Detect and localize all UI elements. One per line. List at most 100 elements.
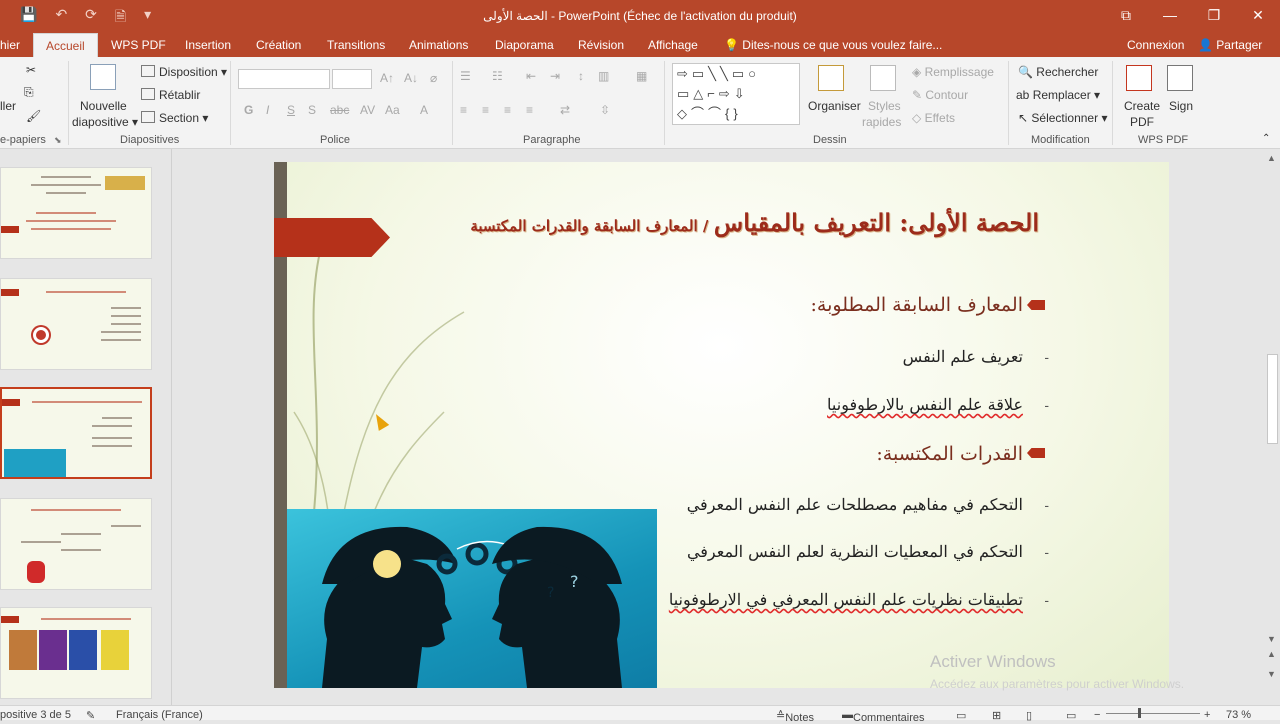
tab-revision[interactable]: Révision [578,38,624,52]
grow-font-icon[interactable]: A↑ [380,71,394,85]
align-right-icon[interactable]: ≡ [504,103,511,117]
heads-illustration[interactable]: ? ? [287,509,657,688]
slide-thumbnail-1[interactable] [0,167,152,259]
increase-indent-icon[interactable]: ⇥ [550,69,560,83]
new-slide-icon[interactable] [90,64,116,90]
paste-button[interactable]: ller [0,99,16,113]
layout-button[interactable]: Disposition ▾ [141,65,227,79]
reading-view-icon[interactable]: ▯ [1026,709,1032,722]
collapse-ribbon-icon[interactable]: ⌃ [1262,133,1270,144]
sign-button[interactable]: Sign [1169,99,1193,113]
list-item[interactable]: تعريف علم النفس [903,347,1023,366]
align-text-icon[interactable]: ⇳ [600,103,610,117]
convert-smartart-icon[interactable]: ▦ [636,69,647,83]
sign-in-link[interactable]: Connexion [1127,38,1184,52]
shape-effects-button[interactable]: ◇ Effets [912,111,955,125]
list-item[interactable]: التحكم في المعطيات النظرية لعلم النفس ال… [687,542,1023,561]
list-item[interactable]: تطبيقات نظريات علم النفس المعرفي في الار… [669,590,1023,609]
share-button[interactable]: 👤 Partager [1198,38,1262,52]
find-button[interactable]: 🔍 Rechercher [1018,65,1098,79]
new-slide-label[interactable]: Nouvelle [80,99,127,113]
select-button[interactable]: ↖ Sélectionner ▾ [1018,111,1107,125]
shapes-gallery[interactable]: ⇨▭╲╲▭○ ▭△⌐⇨⇩ ◇⌒⌒{} [672,63,800,125]
shape-fill-button[interactable]: ◈ Remplissage [912,65,994,79]
normal-view-icon[interactable]: ▭ [956,709,966,722]
bold-button[interactable]: G [244,103,253,117]
list-item[interactable]: علاقة علم النفس بالارطوفونيا [827,395,1023,414]
quick-styles-button[interactable]: Styles [868,99,901,113]
slide-thumbnail-3[interactable] [0,387,152,479]
zoom-slider-thumb[interactable] [1138,708,1141,718]
align-left-icon[interactable]: ≡ [460,103,467,117]
font-name-box[interactable] [238,69,330,89]
slide-canvas[interactable]: الحصة الأولى: التعريف بالمقياس / المعارف… [274,162,1169,688]
heading-prior-knowledge[interactable]: المعارف السابقة المطلوبة: [811,294,1023,316]
cut-icon[interactable]: ✂ [26,63,36,77]
dialog-launcher-icon[interactable]: ⬊ [54,135,62,146]
minimize-button[interactable]: — [1148,0,1192,33]
spellcheck-icon[interactable]: ✎ [86,709,95,722]
font-color-icon[interactable]: A [420,103,428,117]
justify-icon[interactable]: ≡ [526,103,533,117]
list-item[interactable]: التحكم في مفاهيم مصطلحات علم النفس المعر… [687,495,1023,514]
columns-icon[interactable]: ▥ [598,69,609,83]
shadow-button[interactable]: S [308,103,316,117]
maximize-button[interactable]: ❐ [1192,0,1236,33]
shape-outline-button[interactable]: ✎ Contour [912,88,968,102]
tab-affichage[interactable]: Affichage [648,38,698,52]
tell-me-search[interactable]: 💡 Dites-nous ce que vous voulez faire... [724,38,942,52]
section-button[interactable]: Section ▾ [141,111,208,125]
create-pdf-button[interactable]: Create [1124,99,1160,113]
clear-format-icon[interactable]: ⌀ [430,71,437,85]
zoom-in-icon[interactable]: + [1204,709,1210,721]
arrange-button[interactable]: Organiser [808,99,861,113]
tab-diaporama[interactable]: Diaporama [495,38,554,52]
language-indicator[interactable]: Français (France) [116,709,203,721]
align-center-icon[interactable]: ≡ [482,103,489,117]
reset-button[interactable]: Rétablir [141,88,200,102]
tab-fichier[interactable]: hier [0,38,20,52]
ribbon-display-icon[interactable]: ⧉ [1104,0,1148,33]
strikethrough-button[interactable]: abc [330,103,349,117]
notes-button[interactable]: ≙ Notes [776,709,814,724]
char-spacing-icon[interactable]: AV [360,103,375,117]
slide-thumbnail-5[interactable] [0,607,152,699]
quick-styles-icon[interactable] [870,65,896,91]
shrink-font-icon[interactable]: A↓ [404,71,418,85]
new-slide-dropdown[interactable]: diapositive ▾ [72,115,138,129]
zoom-level[interactable]: 73 % [1226,709,1251,721]
slide-title[interactable]: الحصة الأولى: التعريف بالمقياس / المعارف… [470,208,1039,237]
font-size-box[interactable] [332,69,372,89]
sign-icon[interactable] [1167,65,1193,91]
bullets-icon[interactable]: ☰ [460,69,471,83]
tab-insertion[interactable]: Insertion [185,38,231,52]
previous-slide-icon[interactable]: ▲ [1267,649,1276,659]
tab-creation[interactable]: Création [256,38,301,52]
pdf-icon[interactable] [1126,65,1152,91]
next-slide-icon[interactable]: ▼ [1267,669,1276,679]
format-painter-icon[interactable]: 🖌 [26,109,41,123]
vertical-scrollbar[interactable]: ▲ ▼ ▲ ▼ [1265,149,1280,705]
decrease-indent-icon[interactable]: ⇤ [526,69,536,83]
text-direction-icon[interactable]: ⇄ [560,103,570,117]
scroll-up-icon[interactable]: ▲ [1267,153,1276,163]
slide-thumbnail-4[interactable] [0,498,152,590]
close-button[interactable]: ✕ [1236,0,1280,33]
slide-sorter-icon[interactable]: ⊞ [992,709,1001,722]
tab-accueil[interactable]: Accueil [33,33,98,57]
italic-button[interactable]: I [266,103,269,117]
tab-animations[interactable]: Animations [409,38,468,52]
tab-wps-pdf[interactable]: WPS PDF [111,38,166,52]
comments-button[interactable]: ▬ Commentaires [842,709,925,724]
underline-button[interactable]: S [287,103,295,117]
replace-button[interactable]: ab Remplacer ▾ [1016,88,1100,102]
numbering-icon[interactable]: ☷ [492,69,503,83]
scrollbar-thumb[interactable] [1267,354,1278,444]
zoom-slider[interactable] [1106,713,1200,714]
arrange-icon[interactable] [818,65,844,91]
line-spacing-icon[interactable]: ↕ [578,69,584,83]
copy-icon[interactable]: ⎘ [24,85,34,100]
slide-thumbnail-2[interactable] [0,278,152,370]
change-case-icon[interactable]: Aa [385,103,400,117]
zoom-out-icon[interactable]: − [1094,709,1100,721]
